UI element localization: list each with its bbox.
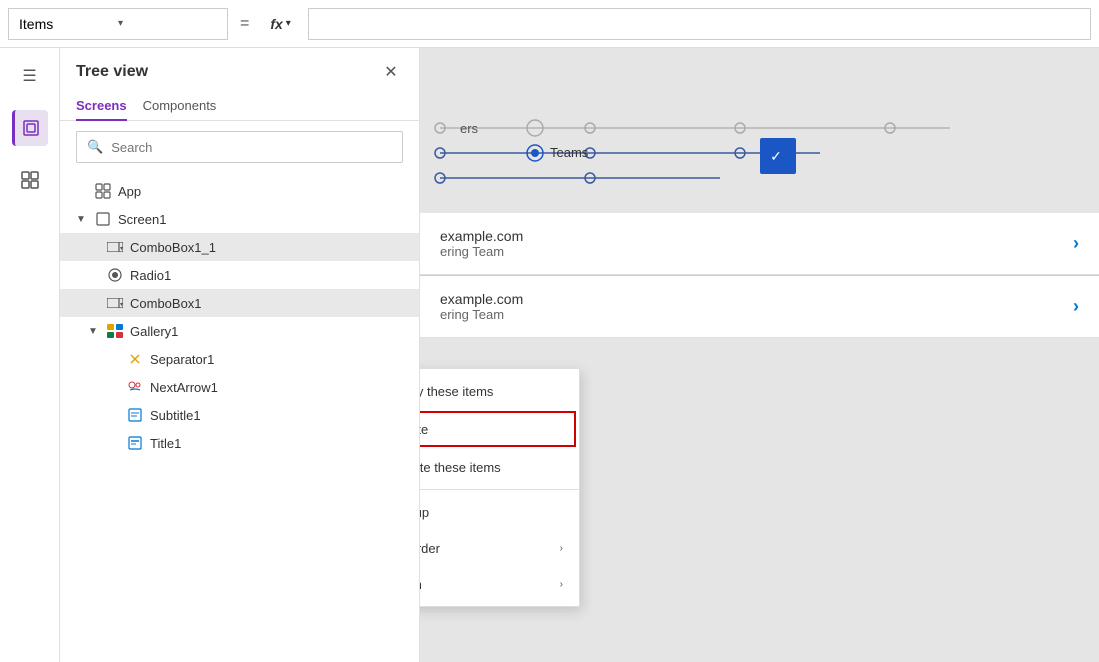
fx-label: fx [270, 16, 282, 32]
combobox1-1-icon: ▾ [106, 238, 124, 256]
ctx-delete-item[interactable]: Delete these items [420, 449, 579, 485]
ctx-group-item[interactable]: Group [420, 494, 579, 530]
layers-button[interactable] [12, 110, 48, 146]
ctx-align-item[interactable]: Align › [420, 566, 579, 602]
equals-sign: = [236, 15, 253, 33]
list-item-1-chevron: › [1073, 233, 1079, 254]
ctx-copy-label: Copy these items [420, 384, 493, 399]
list-item-2-chevron: › [1073, 296, 1079, 317]
gallery1-label: Gallery1 [130, 324, 178, 339]
tree-header: Tree view ✕ [60, 48, 419, 84]
subtitle1-label: Subtitle1 [150, 408, 201, 423]
combobox1-1-label: ComboBox1_1 [130, 240, 216, 255]
tree-title: Tree view [76, 63, 148, 81]
left-sidebar: ☰ [0, 48, 60, 662]
combobox1-icon: ▾ [106, 294, 124, 312]
svg-text:ers: ers [460, 121, 479, 136]
tab-components[interactable]: Components [143, 92, 217, 121]
tree-item-nextarrow1[interactable]: NextArrow1 [60, 373, 419, 401]
list-item-1-email: example.com [440, 228, 523, 244]
separator1-label: Separator1 [150, 352, 214, 367]
radio1-icon [106, 266, 124, 284]
top-bar: Items ▾ = fx ▾ [0, 0, 1099, 48]
components-icon [20, 170, 40, 190]
nextarrow1-label: NextArrow1 [150, 380, 218, 395]
tree-item-gallery1[interactable]: ▼ Gallery1 [60, 317, 419, 345]
list-item-2-text: example.com ering Team [440, 291, 523, 322]
tab-screens[interactable]: Screens [76, 92, 127, 121]
list-item-2: example.com ering Team › [420, 276, 1099, 338]
search-icon: 🔍 [87, 139, 103, 155]
svg-text:✓: ✓ [770, 148, 782, 164]
ctx-align-label: Align [420, 577, 422, 592]
app-icon [94, 182, 112, 200]
title1-icon [126, 434, 144, 452]
tree-item-combobox1-1[interactable]: ▾ ComboBox1_1 [60, 233, 419, 261]
tree-item-subtitle1[interactable]: Subtitle1 [60, 401, 419, 429]
ctx-paste-label: Paste [420, 422, 428, 437]
subtitle1-icon [126, 406, 144, 424]
svg-text:Teams: Teams [550, 145, 589, 160]
main-canvas: ✓ ers Teams example.com ering Team › exa… [420, 48, 1099, 662]
canvas-list: example.com ering Team › example.com eri… [420, 213, 1099, 338]
fx-chevron: ▾ [286, 18, 291, 29]
list-item-2-sub: ering Team [440, 307, 523, 322]
tree-item-radio1[interactable]: Radio1 [60, 261, 419, 289]
tree-content: App ▼ Screen1 ▾ ComboBox1_1 Radio1 [60, 173, 419, 662]
tree-item-screen1[interactable]: ▼ Screen1 [60, 205, 419, 233]
title1-label: Title1 [150, 436, 181, 451]
screen1-icon [94, 210, 112, 228]
items-dropdown[interactable]: Items ▾ [8, 8, 228, 40]
formula-bar[interactable] [308, 8, 1091, 40]
list-item-2-email: example.com [440, 291, 523, 307]
separator1-icon [126, 350, 144, 368]
ctx-delete-label: Delete these items [420, 460, 501, 475]
screen1-expand: ▼ [76, 214, 88, 225]
list-item-1-text: example.com ering Team [440, 228, 523, 259]
nextarrow1-icon [126, 378, 144, 396]
ctx-paste-item[interactable]: Paste [420, 411, 576, 447]
svg-text:▾: ▾ [120, 246, 123, 252]
hamburger-menu-button[interactable]: ☰ [12, 58, 48, 94]
combobox1-label: ComboBox1 [130, 296, 202, 311]
svg-text:▾: ▾ [120, 302, 123, 308]
items-label: Items [19, 16, 118, 32]
list-item-1: example.com ering Team › [420, 213, 1099, 275]
ctx-copy-item[interactable]: Copy these items [420, 373, 579, 409]
tree-close-button[interactable]: ✕ [379, 60, 403, 84]
tree-item-combobox1[interactable]: ▾ ComboBox1 [60, 289, 419, 317]
canvas-radio-svg: ✓ ers Teams [420, 98, 1099, 228]
fx-button[interactable]: fx ▾ [261, 8, 299, 40]
ctx-divider-1 [420, 489, 579, 490]
align-arrow: › [560, 579, 563, 590]
app-label: App [118, 184, 141, 199]
gallery1-icon [106, 322, 124, 340]
gallery1-expand: ▼ [88, 326, 100, 337]
search-input[interactable] [111, 140, 392, 155]
reorder-arrow: › [560, 543, 563, 554]
ctx-reorder-item[interactable]: Reorder › [420, 530, 579, 566]
tree-item-separator1[interactable]: Separator1 [60, 345, 419, 373]
components-button[interactable] [12, 162, 48, 198]
tree-tabs: Screens Components [60, 84, 419, 121]
ctx-group-label: Group [420, 505, 429, 520]
radio1-label: Radio1 [130, 268, 171, 283]
search-box: 🔍 [76, 131, 403, 163]
tree-item-app[interactable]: App [60, 177, 419, 205]
tree-item-title1[interactable]: Title1 [60, 429, 419, 457]
list-item-1-sub: ering Team [440, 244, 523, 259]
dropdown-chevron: ▾ [118, 18, 217, 29]
ctx-reorder-label: Reorder [420, 541, 440, 556]
tree-view-panel: Tree view ✕ Screens Components 🔍 App ▼ S… [60, 48, 420, 662]
layers-icon [21, 118, 41, 138]
context-menu: Copy these items Paste [420, 368, 580, 607]
screen1-label: Screen1 [118, 212, 166, 227]
